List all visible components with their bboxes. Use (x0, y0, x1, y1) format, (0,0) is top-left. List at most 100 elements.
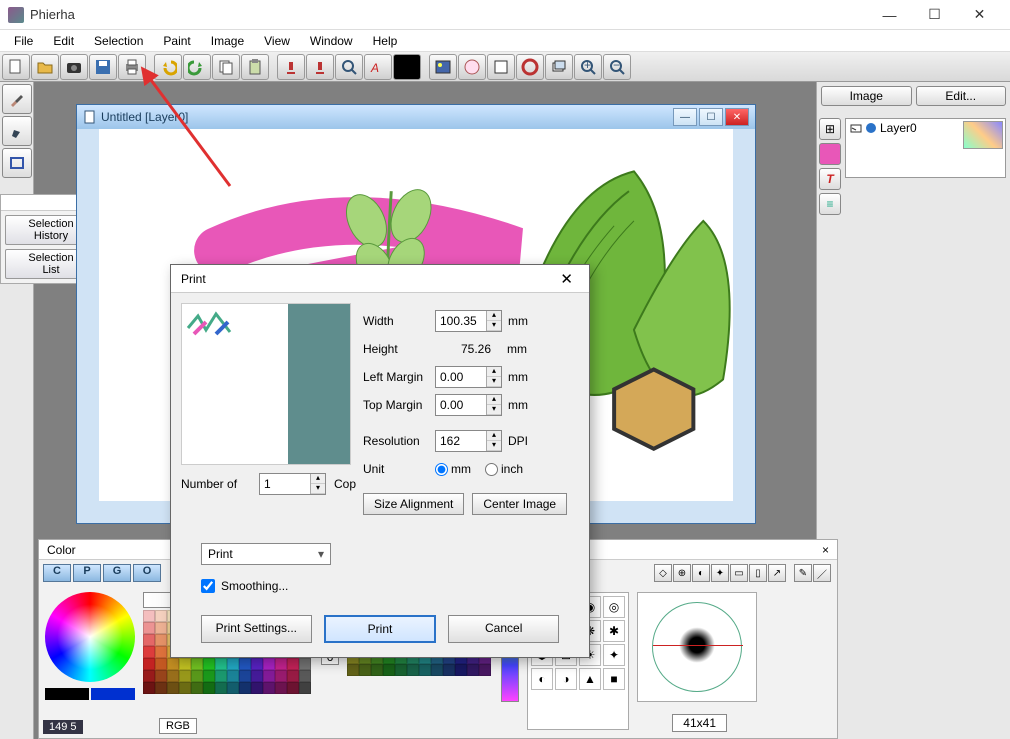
mt-brush2[interactable]: ／ (813, 564, 831, 582)
menu-selection[interactable]: Selection (84, 32, 153, 50)
camera-icon (65, 58, 83, 76)
menu-help[interactable]: Help (363, 32, 408, 50)
fg-swatch[interactable] (45, 688, 89, 700)
brush-shape[interactable]: ▲ (579, 668, 601, 690)
print-dialog-close[interactable]: ✕ (554, 270, 579, 288)
height-label: Height (363, 342, 435, 356)
paste-button[interactable] (241, 54, 269, 80)
layer-row[interactable]: Layer0 (846, 119, 961, 137)
menu-file[interactable]: File (4, 32, 43, 50)
menu-view[interactable]: View (254, 32, 300, 50)
camera-button[interactable] (60, 54, 88, 80)
brush-shape[interactable]: ◑ (555, 668, 577, 690)
clipboard-icon (246, 58, 264, 76)
color-wheel[interactable] (45, 592, 135, 682)
redo-button[interactable] (183, 54, 211, 80)
rect-icon (8, 154, 26, 172)
canvas-titlebar[interactable]: Untitled [Layer0] — ☐ ✕ (77, 105, 755, 129)
edit-tab[interactable]: Edit... (916, 86, 1007, 106)
adjust4-button[interactable] (516, 54, 544, 80)
svg-text:A: A (370, 61, 379, 75)
size-alignment-button[interactable]: Size Alignment (363, 493, 464, 515)
rv-fill[interactable] (819, 143, 841, 165)
colortab-g[interactable]: G (103, 564, 131, 582)
brush-shape[interactable]: ✦ (603, 644, 625, 666)
adjust5-button[interactable] (545, 54, 573, 80)
rv-add[interactable]: ⊞ (819, 118, 841, 140)
menu-edit[interactable]: Edit (43, 32, 84, 50)
color-swatch-button[interactable] (393, 54, 421, 80)
zoom-button[interactable] (335, 54, 363, 80)
canvas-minimize[interactable]: — (673, 108, 697, 126)
left-margin-label: Left Margin (363, 370, 435, 384)
stamp2-button[interactable] (306, 54, 334, 80)
canvas-maximize[interactable]: ☐ (699, 108, 723, 126)
adjust1-button[interactable] (429, 54, 457, 80)
layer-name: Layer0 (880, 121, 917, 135)
mt-7[interactable]: ↗ (768, 564, 786, 582)
color-panel-close[interactable]: × (822, 543, 829, 557)
brush-shape[interactable]: ✱ (603, 620, 625, 642)
undo-button[interactable] (154, 54, 182, 80)
minimize-button[interactable]: — (867, 1, 912, 29)
resolution-input[interactable]: ▴▾ (435, 430, 502, 452)
layer-thumbnail[interactable] (963, 121, 1003, 149)
image-tab[interactable]: Image (821, 86, 912, 106)
mt-3[interactable]: ◐ (692, 564, 710, 582)
brush-size-display[interactable]: 41x41 (672, 714, 727, 732)
mt-5[interactable]: ▭ (730, 564, 748, 582)
unit-mm-radio[interactable]: mm (435, 462, 471, 476)
mt-1[interactable]: ◇ (654, 564, 672, 582)
smoothing-checkbox[interactable] (201, 579, 215, 593)
doc-icon (83, 110, 97, 124)
cancel-button[interactable]: Cancel (448, 615, 559, 643)
layer-dot-icon (866, 123, 876, 133)
left-margin-input[interactable]: ▴▾ (435, 366, 502, 388)
colortab-p[interactable]: P (73, 564, 101, 582)
colortab-c[interactable]: C (43, 564, 71, 582)
copy-button[interactable] (212, 54, 240, 80)
bg-swatch[interactable] (91, 688, 135, 700)
print-button[interactable] (118, 54, 146, 80)
new-button[interactable] (2, 54, 30, 80)
top-margin-input[interactable]: ▴▾ (435, 394, 502, 416)
print-destination-select[interactable]: Print (201, 543, 331, 565)
center-image-button[interactable]: Center Image (472, 493, 567, 515)
mt-2[interactable]: ⊕ (673, 564, 691, 582)
brush-shape[interactable]: ■ (603, 668, 625, 690)
close-button[interactable]: ✕ (957, 1, 1002, 29)
rect-tool[interactable] (2, 148, 32, 178)
zoomout-button[interactable]: − (603, 54, 631, 80)
rgb-mode[interactable]: RGB (159, 718, 197, 734)
visibility-icon[interactable] (850, 122, 862, 134)
width-down[interactable]: ▾ (487, 321, 501, 331)
menu-image[interactable]: Image (201, 32, 254, 50)
rv-text[interactable]: T (819, 168, 841, 190)
save-button[interactable] (89, 54, 117, 80)
width-input[interactable]: ▴▾ (435, 310, 502, 332)
smoothing-label: Smoothing... (221, 579, 288, 593)
copies-input[interactable]: ▴▾ (259, 473, 326, 495)
mt-6[interactable]: ▯ (749, 564, 767, 582)
maximize-button[interactable]: ☐ (912, 1, 957, 29)
colortab-o[interactable]: O (133, 564, 161, 582)
adjust2-button[interactable] (458, 54, 486, 80)
pen-tool[interactable] (2, 116, 32, 146)
mt-4[interactable]: ✦ (711, 564, 729, 582)
stamp1-button[interactable] (277, 54, 305, 80)
zoomin-button[interactable]: + (574, 54, 602, 80)
brush-shape[interactable]: ◐ (531, 668, 553, 690)
unit-inch-radio[interactable]: inch (485, 462, 523, 476)
menu-paint[interactable]: Paint (153, 32, 200, 50)
mt-brush[interactable]: ✎ (794, 564, 812, 582)
print-button[interactable]: Print (324, 615, 437, 643)
brush-shape[interactable]: ◎ (603, 596, 625, 618)
brush-tool[interactable] (2, 84, 32, 114)
text-button[interactable]: A (364, 54, 392, 80)
adjust3-button[interactable] (487, 54, 515, 80)
print-settings-button[interactable]: Print Settings... (201, 615, 312, 643)
open-button[interactable] (31, 54, 59, 80)
rv-align[interactable]: ≡ (819, 193, 841, 215)
menu-window[interactable]: Window (300, 32, 363, 50)
canvas-close[interactable]: ✕ (725, 108, 749, 126)
